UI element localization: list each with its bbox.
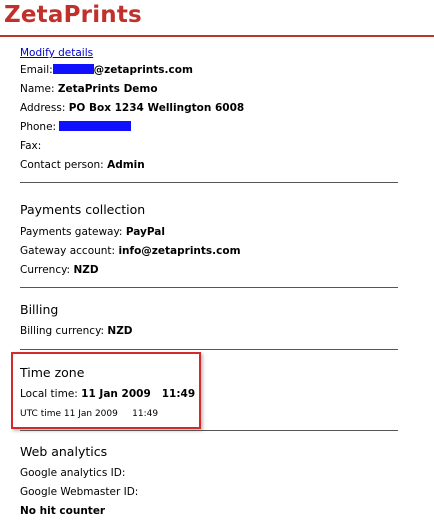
phone-row: Phone: (20, 118, 400, 137)
billing-currency-value: NZD (107, 325, 133, 337)
hit-counter-label: No hit counter (20, 505, 106, 517)
gateway-account-value: info@zetaprints.com (118, 245, 241, 257)
brand-logo[interactable]: ZetaPrints (4, 2, 142, 28)
name-label: Name: (20, 83, 55, 95)
payments-title: Payments collection (20, 202, 146, 217)
contact-label: Contact person: (20, 159, 104, 171)
fax-label: Fax: (20, 140, 42, 152)
analytics-title: Web analytics (20, 444, 108, 459)
gateway-label: Payments gateway: (20, 226, 123, 238)
phone-redaction (59, 121, 132, 131)
section-divider (20, 349, 398, 350)
modify-details-link[interactable]: Modify details (20, 46, 93, 61)
billing-details: Billing currency: NZD (20, 322, 133, 341)
header-divider (0, 35, 434, 37)
section-divider (20, 287, 398, 288)
phone-label: Phone: (20, 121, 57, 133)
google-webmaster-label: Google Webmaster ID: (20, 486, 139, 498)
email-row: Email: @zetaprints.com (20, 61, 400, 80)
local-time-label: Local time: (20, 388, 78, 400)
contact-row: Contact person: Admin (20, 156, 400, 175)
local-time-value: 11 Jan 2009 11:49 (81, 388, 196, 400)
gateway-value: PayPal (125, 226, 165, 238)
gateway-account-label: Gateway account: (20, 245, 116, 257)
timezone-details: Local time: 11 Jan 2009 11:49 UTC time 1… (20, 385, 195, 421)
section-divider (20, 182, 398, 183)
name-value: ZetaPrints Demo (57, 83, 158, 95)
fax-row: Fax: (20, 137, 400, 156)
utc-time: UTC time 11 Jan 2009 11:49 (20, 409, 159, 419)
email-value: @zetaprints.com (93, 64, 193, 76)
section-divider (20, 430, 398, 431)
billing-currency-label: Billing currency: (20, 325, 105, 337)
analytics-details: Google analytics ID: Google Webmaster ID… (20, 464, 138, 521)
name-row: Name: ZetaPrints Demo (20, 80, 400, 99)
email-redaction (52, 64, 94, 74)
address-value: PO Box 1234 Wellington 6008 (68, 102, 245, 114)
billing-title: Billing (20, 302, 59, 317)
page: ZetaPrints Modify details Email: @zetapri… (0, 0, 434, 522)
email-label: Email: (20, 64, 53, 76)
payments-details: Payments gateway: PayPal Gateway account… (20, 223, 241, 280)
timezone-title: Time zone (20, 365, 85, 380)
address-row: Address: PO Box 1234 Wellington 6008 (20, 99, 400, 118)
address-label: Address: (20, 102, 66, 114)
currency-value: NZD (73, 264, 99, 276)
currency-label: Currency: (20, 264, 71, 276)
google-analytics-label: Google analytics ID: (20, 467, 126, 479)
contact-value: Admin (107, 159, 145, 171)
account-details: Modify details Email: @zetaprints.com Nam… (20, 44, 400, 175)
